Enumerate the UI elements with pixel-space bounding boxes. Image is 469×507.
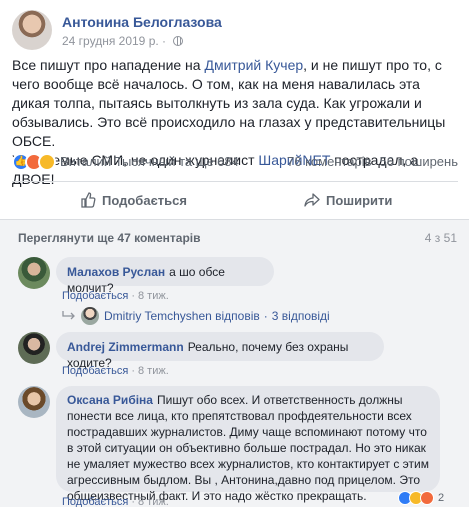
sad-icon[interactable] [38, 153, 56, 171]
comment-like-link[interactable]: Подобається [62, 496, 128, 507]
post-paragraph-1: Все пишут про нападение на Дмитрий Кучер… [12, 56, 458, 151]
comment-bubble: Оксана Рибіна Пишут обо всех. И ответстве… [56, 386, 440, 503]
angry-icon [420, 491, 434, 505]
commenter-name[interactable]: Andrej Zimmermann [67, 340, 184, 354]
share-button[interactable]: Поширити [304, 188, 392, 212]
comment-time[interactable]: 8 тиж. [138, 496, 169, 507]
like-button-label: Подобається [102, 192, 187, 208]
replies-link[interactable]: Dmitriy Temchyshen відповів · 3 відповіді [62, 307, 330, 325]
dot-separator: · [131, 290, 135, 302]
comment-time[interactable]: 8 тиж. [138, 290, 169, 302]
comment-actions: Подобається · 8 тиж. [62, 365, 169, 377]
comments-pager: 4 з 51 [424, 231, 457, 245]
dot-separator: · [131, 365, 135, 377]
author-avatar[interactable] [12, 10, 52, 50]
comments-count[interactable]: 76 коментарів [287, 154, 372, 169]
commenter-avatar[interactable] [18, 386, 50, 418]
dot-separator: · [131, 496, 135, 507]
post-text-segment: Все пишут про нападение на [12, 57, 205, 73]
commenter-avatar[interactable] [18, 332, 50, 364]
comment-time[interactable]: 8 тиж. [138, 365, 169, 377]
reply-arrow-icon [62, 311, 75, 320]
action-bar: Подобається Поширити [12, 181, 458, 218]
comment-like-link[interactable]: Подобається [62, 365, 128, 377]
reply-count: 3 відповіді [271, 309, 330, 323]
thumbs-up-icon [81, 192, 96, 208]
comment-bubble: Малахов Руслан а шо обсе молчит? [56, 257, 274, 295]
replier-name: Dmitriy Temchyshen відповів [104, 309, 260, 323]
likers-summary[interactable]: Виталий Тысячный та ще 684 [60, 154, 239, 169]
mention-link-kucher[interactable]: Дмитрий Кучер [204, 57, 303, 73]
post-card: Антонина Белоглазова 24 грудня 2019 р. ·… [0, 0, 469, 507]
globe-icon[interactable] [173, 36, 184, 46]
commenter-name[interactable]: Оксана Рибіна [67, 393, 153, 407]
comment-actions: Подобається · 8 тиж. [62, 290, 169, 302]
comment-reaction-count: 2 [438, 492, 445, 504]
share-icon [304, 193, 320, 207]
commenter-avatar[interactable] [18, 257, 50, 289]
view-more-comments-link[interactable]: Переглянути ще 47 коментарів [18, 231, 201, 245]
author-name[interactable]: Антонина Белоглазова [62, 14, 222, 30]
dot-separator: · [263, 309, 268, 323]
comment-reactions[interactable]: 2 [398, 491, 444, 505]
replier-avatar [81, 307, 99, 325]
post-stats: 👍 Виталий Тысячный та ще 684 76 коментар… [12, 152, 458, 172]
commenter-name[interactable]: Малахов Руслан [67, 265, 165, 279]
shares-count[interactable]: 56 поширень [380, 154, 458, 169]
dot-separator: · [158, 34, 170, 48]
comment-text: Пишут обо всех. И ответственность должны… [67, 393, 429, 503]
like-button[interactable]: Подобається [80, 188, 187, 212]
post-meta: 24 грудня 2019 р. · [62, 34, 184, 48]
post-date[interactable]: 24 грудня 2019 р. [62, 34, 159, 48]
counts: 76 коментарів 56 поширень [287, 154, 458, 169]
share-button-label: Поширити [326, 192, 393, 208]
comments-section: Переглянути ще 47 коментарів 4 з 51 Мала… [0, 219, 469, 507]
comment-bubble: Andrej Zimmermann Реально, почему без охр… [56, 332, 384, 370]
comment-actions: Подобається · 8 тиж. [62, 496, 169, 507]
comment-like-link[interactable]: Подобається [62, 290, 128, 302]
